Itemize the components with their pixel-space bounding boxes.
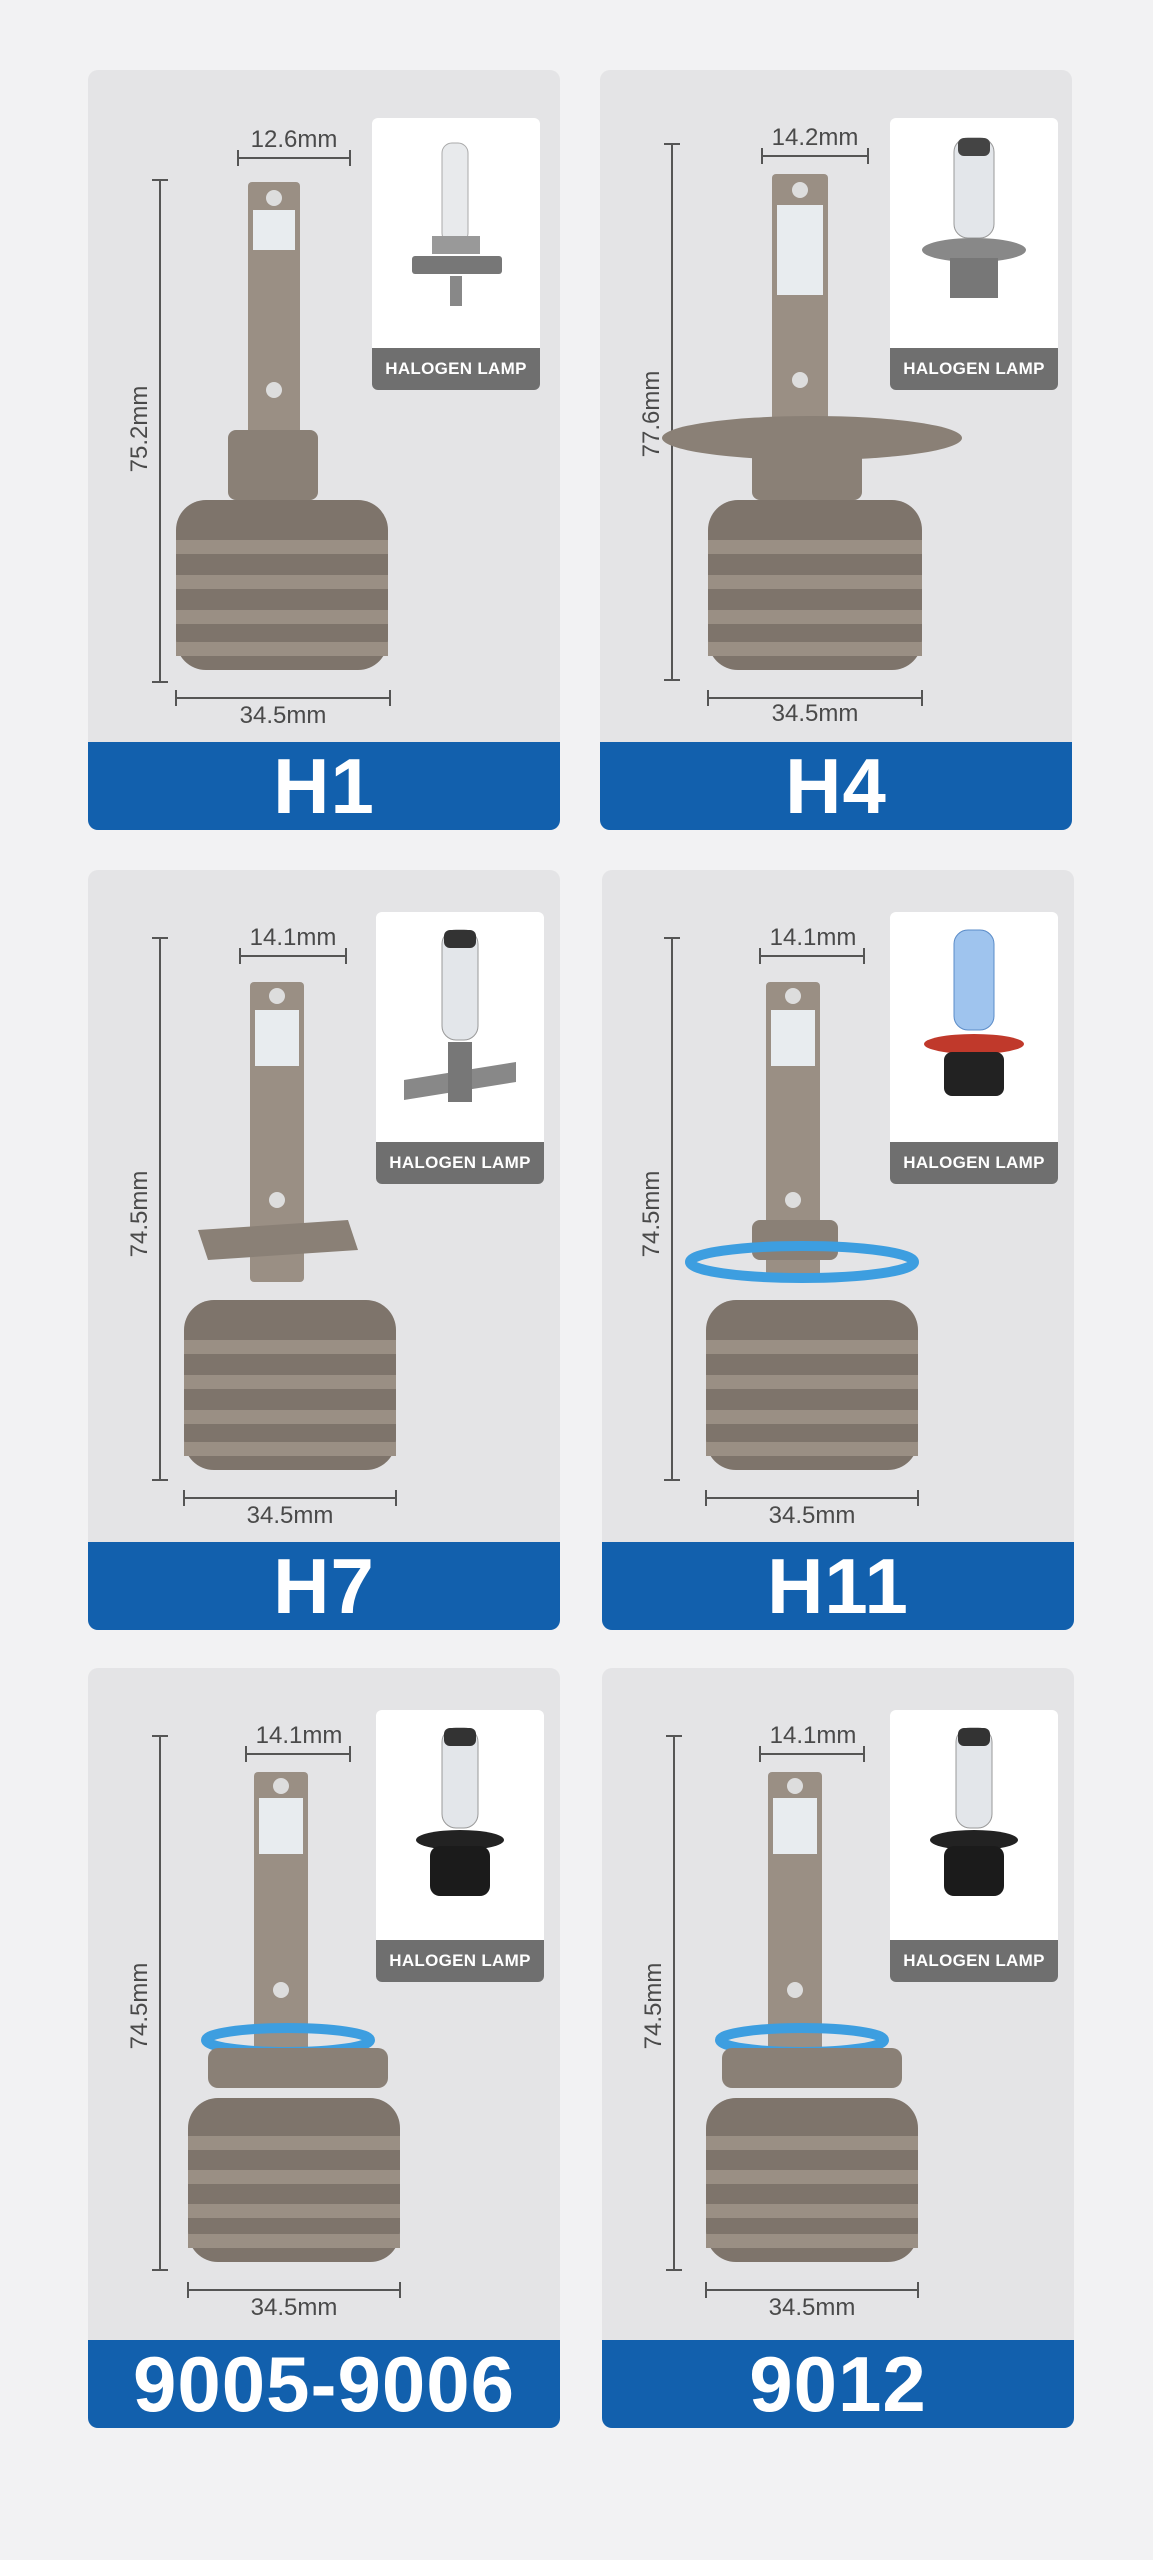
product-card-h11: 14.1mm 74.5mm 34.5mm HALOGEN LAMP H11: [602, 870, 1074, 1630]
product-card-9012: 14.1mm 74.5mm 34.5mm HALOGEN LAMP 9012: [602, 1668, 1074, 2428]
halogen-label: HALOGEN LAMP: [890, 1940, 1058, 1982]
model-label: H4: [600, 742, 1072, 830]
halogen-label: HALOGEN LAMP: [376, 1142, 544, 1184]
halogen-label: HALOGEN LAMP: [376, 1940, 544, 1982]
product-card-9005-9006: 14.1mm 74.5mm 34.5mm HALOGEN LAMP 9005-9…: [88, 1668, 560, 2428]
halogen-bulb-image: [416, 1727, 504, 1896]
model-label: 9012: [602, 2340, 1074, 2428]
halogen-reference-panel: HALOGEN LAMP: [376, 1710, 544, 1982]
halogen-label: HALOGEN LAMP: [890, 348, 1058, 390]
halogen-reference-panel: HALOGEN LAMP: [890, 912, 1058, 1184]
halogen-reference-panel: HALOGEN LAMP: [372, 118, 540, 390]
model-label: H11: [602, 1542, 1074, 1630]
halogen-label: HALOGEN LAMP: [372, 348, 540, 390]
product-card-h4: 14.2mm 77.6mm 34.5mm HALOGEN LAMP H4: [600, 70, 1072, 830]
halogen-reference-panel: HALOGEN LAMP: [890, 118, 1058, 390]
model-label: H7: [88, 1542, 560, 1630]
halogen-bulb-image: [922, 137, 1026, 298]
halogen-bulb-image: [930, 1727, 1018, 1896]
halogen-bulb-image: [924, 929, 1024, 1096]
product-card-h1: 12.6mm 75.2mm 34.5mm HALOGEN LAMP H1: [88, 70, 560, 830]
halogen-reference-panel: HALOGEN LAMP: [890, 1710, 1058, 1982]
halogen-bulb-image: [404, 929, 516, 1102]
halogen-bulb-image: [412, 142, 502, 306]
product-card-h7: 14.1mm 74.5mm 34.5mm HALOGEN LAMP H7: [88, 870, 560, 1630]
halogen-label: HALOGEN LAMP: [890, 1142, 1058, 1184]
model-label: 9005-9006: [88, 2340, 560, 2428]
model-label: H1: [88, 742, 560, 830]
halogen-reference-panel: HALOGEN LAMP: [376, 912, 544, 1184]
